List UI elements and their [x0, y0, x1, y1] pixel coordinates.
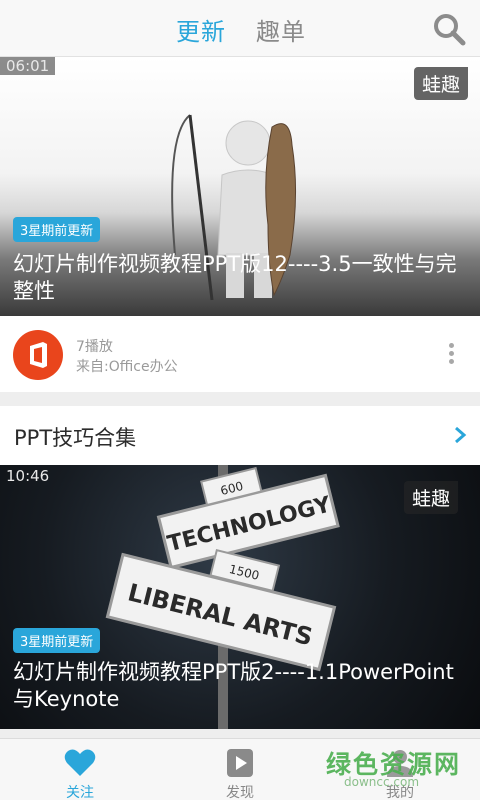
section-header[interactable]: PPT技巧合集	[0, 406, 480, 465]
top-bar: 更新 趣单	[0, 0, 480, 57]
nav-discover[interactable]: 发现	[160, 739, 320, 800]
video-watermark: 蛙趣	[413, 67, 468, 100]
video-duration: 06:01	[0, 57, 56, 75]
video-title[interactable]: 幻灯片制作视频教程PPT版2----1.1PowerPoint与Keynote	[13, 659, 464, 713]
play-count: 7播放	[76, 339, 113, 355]
office-logo-icon[interactable]	[13, 330, 63, 380]
video-duration: 10:46	[6, 467, 50, 485]
nav-mine-label: 我的	[386, 785, 414, 800]
update-badge: 3星期前更新	[13, 628, 101, 653]
more-vertical-icon[interactable]	[446, 343, 456, 367]
update-badge: 3星期前更新	[13, 217, 101, 242]
uploader-row: 7播放 来自:Office办公	[0, 316, 480, 392]
heart-icon	[64, 749, 96, 776]
nav-mine[interactable]: 我的	[320, 739, 480, 800]
tab-updates[interactable]: 更新	[176, 12, 226, 47]
video-card-2[interactable]: TECHNOLOGY 600 LIBERAL ARTS 1500 10:46 蛙…	[0, 465, 480, 729]
play-icon	[227, 749, 253, 777]
app: 更新 趣单 06:01 蛙趣 3星期前更新 幻灯片制作视频教程PPT版12---…	[0, 0, 480, 800]
nav-discover-label: 发现	[226, 785, 254, 800]
uploader-source[interactable]: 来自:Office办公	[76, 356, 178, 376]
video-title[interactable]: 幻灯片制作视频教程PPT版12----3.5一致性与完整性	[13, 251, 464, 305]
bottom-nav: 关注 发现 我的	[0, 738, 480, 800]
search-icon[interactable]	[432, 12, 466, 46]
user-icon	[387, 750, 413, 777]
chevron-right-icon[interactable]	[452, 424, 468, 446]
nav-follow[interactable]: 关注	[0, 739, 160, 800]
video-card-1[interactable]: 06:01 蛙趣 3星期前更新 幻灯片制作视频教程PPT版12----3.5一致…	[0, 57, 480, 316]
section-title: PPT技巧合集	[14, 426, 137, 450]
video-watermark: 蛙趣	[403, 481, 458, 514]
nav-follow-label: 关注	[66, 785, 94, 800]
tab-playlists[interactable]: 趣单	[256, 12, 306, 47]
